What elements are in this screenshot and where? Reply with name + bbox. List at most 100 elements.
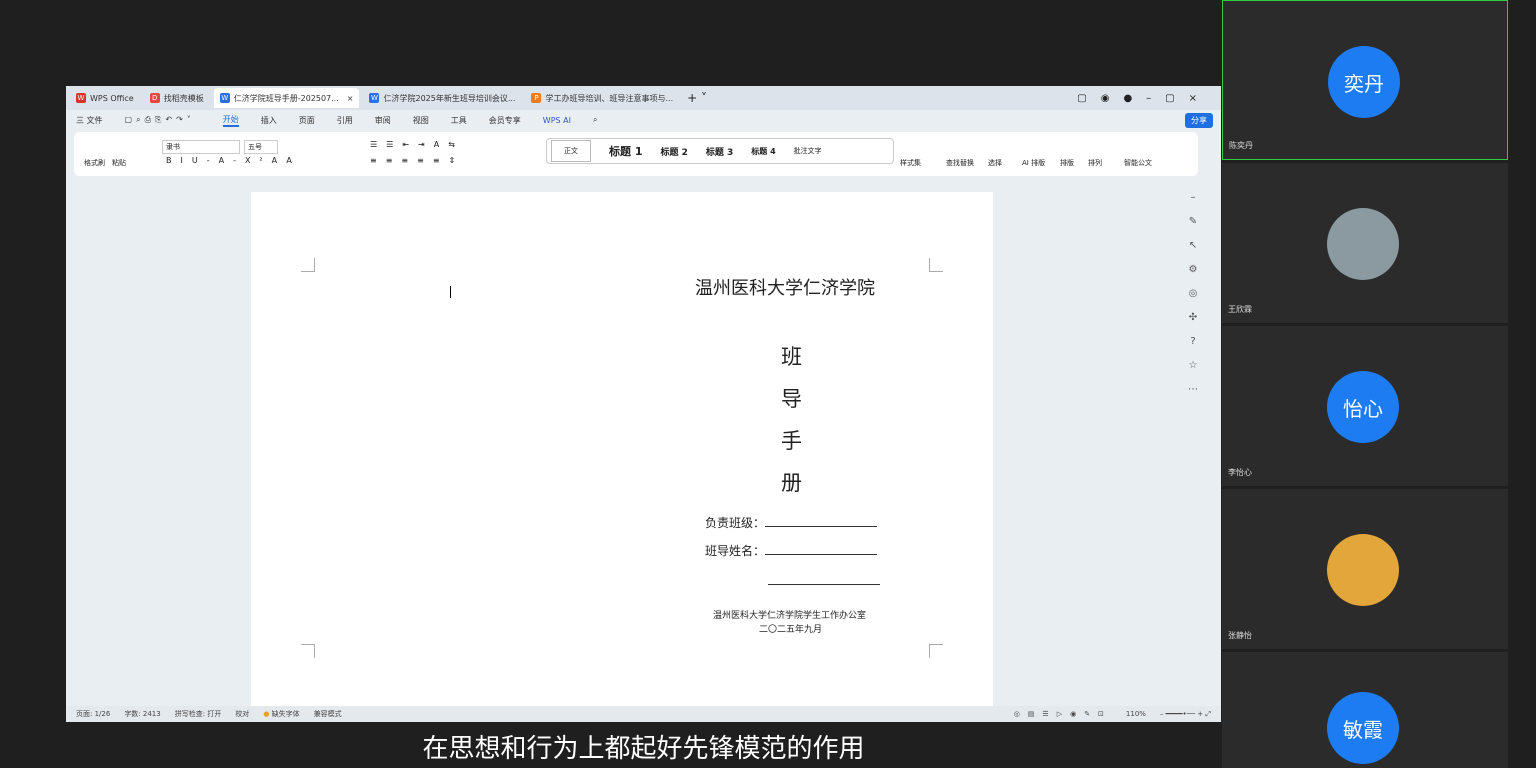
search-icon[interactable]: ⌕ [593,115,597,125]
proofread[interactable]: 校对 [235,709,249,719]
missing-font-label: 缺失字体 [271,710,300,718]
tab-label: 找稻壳模板 [163,93,204,103]
participant-name: 张静怡 [1228,631,1252,640]
document-page[interactable]: 温州医科大学仁济学院 班 导 手 册 负责班级： 班导姓名： 温州医科大学仁济学… [251,192,993,722]
menu-home[interactable]: 开始 [222,114,239,127]
compat-mode: 兼容模式 [313,710,342,718]
tab-meeting[interactable]: W 仁济学院2025年新生班导培训会议... [363,88,521,108]
tab-label: 仁济学院2025年新生班导培训会议... [383,93,516,103]
ppt-icon: P [531,93,542,103]
style-heading1[interactable]: 标题 1 [609,143,642,159]
menu-references[interactable]: 引用 [337,115,353,126]
title-char: 册 [781,471,802,495]
docer-icon: D [149,93,160,103]
zoom-level[interactable]: 110% [1126,710,1146,718]
tab-label: 仁济学院班导手册-202507... [233,93,339,103]
side-toolbar[interactable]: – ✎ ↖ ⚙ ◎ ✣? ☆ ⋯ [1186,186,1200,402]
margin-mark [301,258,315,272]
close-icon[interactable]: × [347,94,354,103]
menu-page[interactable]: 页面 [299,115,315,126]
participant-tile[interactable]: 怡心李怡心 [1222,326,1508,486]
field-class: 负责班级： [705,514,878,531]
status-bar: 页面: 1/26 字数: 2413 拼写检查: 打开 校对 ● 缺失字体 兼容模… [66,706,1221,722]
margin-mark [301,644,315,658]
margin-mark [929,644,943,658]
ai-layout-button[interactable]: AI 排版 [1022,158,1045,168]
title-char: 手 [781,429,802,453]
new-tab-button[interactable]: + ˅ [687,91,707,105]
field-label: 负责班级： [705,516,766,530]
avatar-photo [1327,534,1399,606]
word-count[interactable]: 字数: 2413 [124,709,160,719]
paste-button[interactable]: 粘贴 [112,158,126,168]
layout-button[interactable]: 排版 [1060,158,1074,168]
menu-wps-ai[interactable]: WPS AI [543,116,571,125]
avatar: 怡心 [1327,371,1399,443]
tab-templates[interactable]: D 找稻壳模板 [144,88,210,108]
participant-tile[interactable]: 张静怡 [1222,489,1508,649]
window-controls[interactable]: ▢◉●–▢× [1077,93,1211,104]
tab-bar: W WPS Office D 找稻壳模板 W 仁济学院班导手册-202507... × … [66,86,1221,110]
school-name: 温州医科大学仁济学院 [695,278,875,299]
page-count[interactable]: 页面: 1/26 [76,709,110,719]
participant-tile[interactable]: 敏霞 [1222,652,1508,768]
office-name: 温州医科大学仁济学院学生工作办公室 [713,611,867,621]
select-button[interactable]: 选择 [988,158,1002,168]
avatar: 敏霞 [1327,692,1399,764]
participant-tile[interactable]: 奕丹陈奕丹 [1222,0,1508,160]
tab-wps-office[interactable]: W WPS Office [70,88,140,108]
view-mode-icons[interactable]: ◎▤☰▷◉✎⊡ [1014,710,1112,718]
menu-view[interactable]: 视图 [413,115,429,126]
caption-subtitle: 在思想和行为上都起好先锋模范的作用 [422,734,865,764]
style-heading2[interactable]: 标题 2 [660,145,687,158]
alignment-buttons[interactable]: ≡≡≡≡≡⇕ [370,156,464,165]
menu-tools[interactable]: 工具 [451,115,467,126]
spell-check[interactable]: 拼写检查: 打开 [175,709,222,719]
title-char: 导 [781,387,802,411]
find-replace-button[interactable]: 查找替换 [946,158,974,168]
font-format-buttons[interactable]: BIU‑A‑X²AA [166,156,301,165]
menu-member[interactable]: 会员专享 [489,115,521,126]
wps-window: W WPS Office D 找稻壳模板 W 仁济学院班导手册-202507... × … [66,86,1221,722]
participant-name: 王欣霖 [1228,305,1252,314]
menu-insert[interactable]: 插入 [261,115,277,126]
style-gallery: 正文 标题 1 标题 2 标题 3 标题 4 批注文字 [546,138,894,164]
missing-font[interactable]: ● 缺失字体 [263,709,299,719]
smart-doc-button[interactable]: 智能公文 [1124,158,1152,168]
style-heading3[interactable]: 标题 3 [706,145,733,158]
title-char: 班 [781,345,802,369]
arrange-button[interactable]: 排列 [1088,158,1102,168]
participant-tile[interactable]: 王欣霖 [1222,163,1508,323]
tab-training[interactable]: P 学工办班导培训、班导注意事项与... [525,88,679,108]
blank-line [768,584,880,585]
paragraph-buttons[interactable]: ☰☰⇤⇥A⇆ [370,140,464,149]
style-heading4[interactable]: 标题 4 [751,146,775,157]
style-normal[interactable]: 正文 [551,140,591,162]
participant-name: 陈奕丹 [1229,141,1253,150]
ribbon: 格式刷 粘贴 隶书 五号 BIU‑A‑X²AA ☰☰⇤⇥A⇆ ≡≡≡≡≡⇕ 正文… [74,132,1198,176]
style-comment[interactable]: 批注文字 [794,146,822,156]
format-painter-button[interactable]: 格式刷 [84,158,105,168]
document-date: 二〇二五年九月 [759,625,823,635]
font-select[interactable]: 隶书 [162,140,240,154]
margin-mark [929,258,943,272]
menu-review[interactable]: 审阅 [375,115,391,126]
quick-access-icons[interactable]: ▢⌕⎙⎘↶↷˅ [125,115,195,125]
word-icon: W [219,93,230,103]
tab-label: WPS Office [90,93,134,103]
avatar: 奕丹 [1328,46,1400,118]
share-button[interactable]: 分享 [1185,112,1213,128]
style-set-button[interactable]: 样式集 [900,158,921,168]
participant-name: 李怡心 [1228,468,1252,477]
font-size-select[interactable]: 五号 [244,140,278,154]
zoom-slider[interactable]: – ━━━━•── + ⤢ [1160,710,1211,719]
menu-bar: 三 文件 ▢⌕⎙⎘↶↷˅ 开始 插入 页面 引用 审阅 视图 工具 会员专享 W… [66,110,1221,130]
tab-label: 学工办班导培训、班导注意事项与... [545,93,674,103]
avatar-photo [1327,208,1399,280]
text-cursor [450,286,451,298]
menu-file[interactable]: 三 文件 [76,115,103,126]
warning-icon: ● [263,710,270,718]
field-label: 班导姓名： [705,544,766,558]
wps-icon: W [76,93,86,103]
tab-handbook[interactable]: W 仁济学院班导手册-202507... × [213,88,360,108]
